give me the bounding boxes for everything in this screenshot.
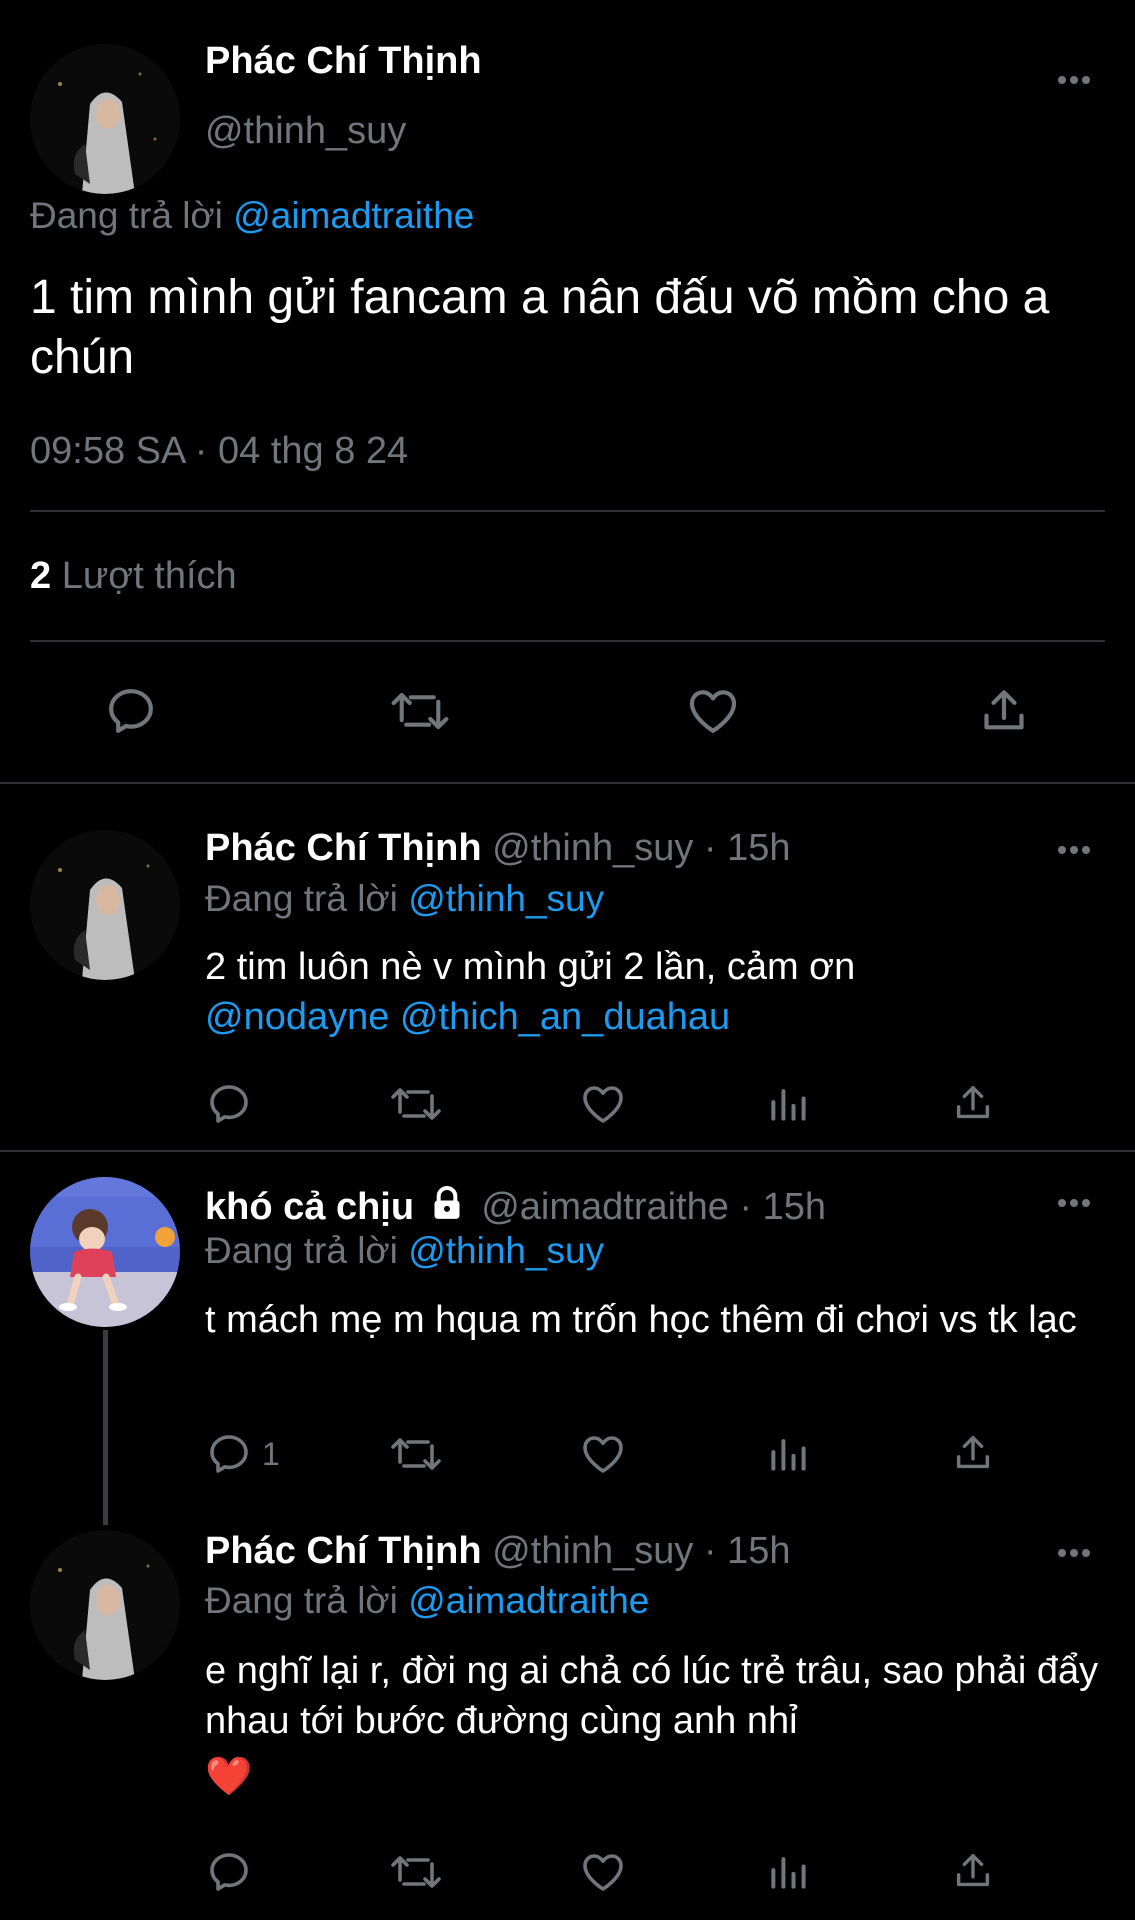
reply-icon[interactable] bbox=[103, 683, 159, 739]
tweet-text: 1 tim mình gửi fancam a nân đấu võ mồm c… bbox=[30, 271, 1050, 384]
replying-to-label: Đang trả lời bbox=[205, 878, 398, 919]
more-options-icon[interactable] bbox=[1054, 1193, 1094, 1213]
reply-author-handle[interactable]: @thinh_suy · 15h bbox=[492, 1530, 790, 1572]
replying-to-mention[interactable]: @aimadtraithe bbox=[408, 1580, 649, 1621]
more-options-icon[interactable] bbox=[1054, 840, 1094, 860]
reply-text-body: e nghĩ lại r, đời ng ai chả có lúc trẻ t… bbox=[205, 1650, 1099, 1742]
author-handle[interactable]: @thinh_suy bbox=[205, 110, 406, 153]
reply-icon[interactable] bbox=[205, 1080, 253, 1128]
reply-icon[interactable] bbox=[205, 1848, 253, 1896]
share-icon[interactable] bbox=[950, 1848, 996, 1894]
replying-to-label: Đang trả lời bbox=[30, 195, 223, 236]
reply-text: 2 tim luôn nè v mình gửi 2 lần, cảm ơn @… bbox=[205, 942, 1105, 1042]
share-icon[interactable] bbox=[976, 683, 1032, 739]
reply-author-handle[interactable]: @thinh_suy · 15h bbox=[492, 827, 790, 869]
thread-connector bbox=[103, 1330, 108, 1525]
retweet-icon[interactable] bbox=[388, 1080, 444, 1128]
reply-text: e nghĩ lại r, đời ng ai chả có lúc trẻ t… bbox=[205, 1646, 1105, 1802]
tweet-timestamp[interactable]: 09:58 SA · 04 thg 8 24 bbox=[30, 430, 408, 473]
views-icon[interactable] bbox=[766, 1850, 810, 1894]
reply-header: Phác Chí Thịnh @thinh_suy · 15h bbox=[205, 827, 791, 870]
lock-icon bbox=[427, 1183, 467, 1233]
retweet-icon[interactable] bbox=[388, 683, 452, 739]
heart-icon[interactable] bbox=[578, 1080, 628, 1128]
likes-label: Lượt thích bbox=[61, 555, 237, 597]
reply-author-handle[interactable]: @aimadtraithe · 15h bbox=[481, 1186, 826, 1228]
replying-to-label: Đang trả lời bbox=[205, 1580, 398, 1621]
reply-avatar[interactable] bbox=[30, 1530, 180, 1680]
share-icon[interactable] bbox=[950, 1080, 996, 1126]
divider bbox=[30, 510, 1105, 512]
replying-to-label: Đang trả lời bbox=[205, 1230, 398, 1271]
retweet-icon[interactable] bbox=[388, 1430, 444, 1478]
divider bbox=[30, 640, 1105, 642]
reply-header: Phác Chí Thịnh @thinh_suy · 15h bbox=[205, 1530, 791, 1573]
divider bbox=[0, 1150, 1135, 1152]
share-icon[interactable] bbox=[950, 1430, 996, 1476]
replying-to-line: Đang trả lời @aimadtraithe bbox=[30, 195, 474, 237]
heart-icon[interactable] bbox=[578, 1430, 628, 1478]
replying-to-line: Đang trả lời @thinh_suy bbox=[205, 878, 604, 920]
reply-avatar[interactable] bbox=[30, 830, 180, 980]
reply-text: t mách mẹ m hqua m trốn học thêm đi chơi… bbox=[205, 1299, 1077, 1341]
heart-icon[interactable] bbox=[684, 683, 742, 739]
views-icon[interactable] bbox=[766, 1432, 810, 1476]
retweet-icon[interactable] bbox=[388, 1848, 444, 1896]
reply-author-name[interactable]: Phác Chí Thịnh bbox=[205, 1530, 482, 1572]
reply-author-name[interactable]: Phác Chí Thịnh bbox=[205, 827, 482, 869]
replying-to-mention[interactable]: @aimadtraithe bbox=[233, 195, 474, 236]
replying-to-line: Đang trả lời @thinh_suy bbox=[205, 1230, 604, 1272]
replying-to-mention[interactable]: @thinh_suy bbox=[408, 878, 604, 919]
replying-to-line: Đang trả lời @aimadtraithe bbox=[205, 1580, 649, 1622]
author-avatar[interactable] bbox=[30, 44, 180, 194]
more-options-icon[interactable] bbox=[1054, 1543, 1094, 1563]
author-name[interactable]: Phác Chí Thịnh bbox=[205, 40, 482, 83]
likes-count: 2 bbox=[30, 555, 52, 597]
replying-to-mention[interactable]: @thinh_suy bbox=[408, 1230, 604, 1271]
reply-icon[interactable] bbox=[205, 1430, 253, 1478]
reply-text-body: 2 tim luôn nè v mình gửi 2 lần, cảm ơn bbox=[205, 946, 856, 988]
reply-count: 1 bbox=[262, 1436, 280, 1472]
more-options-icon[interactable] bbox=[1054, 70, 1094, 90]
reply-mentions[interactable]: @nodayne @thich_an_duahau bbox=[205, 992, 1105, 1042]
reply-header: khó cả chịu @aimadtraithe · 15h bbox=[205, 1183, 826, 1233]
likes-summary[interactable]: 2 Lượt thích bbox=[30, 555, 237, 598]
reply-author-name[interactable]: khó cả chịu bbox=[205, 1186, 414, 1228]
heart-icon[interactable] bbox=[578, 1848, 628, 1896]
heart-emoji: ❤️ bbox=[205, 1756, 253, 1798]
views-icon[interactable] bbox=[766, 1082, 810, 1126]
divider bbox=[0, 782, 1135, 784]
reply-avatar[interactable] bbox=[30, 1177, 180, 1327]
